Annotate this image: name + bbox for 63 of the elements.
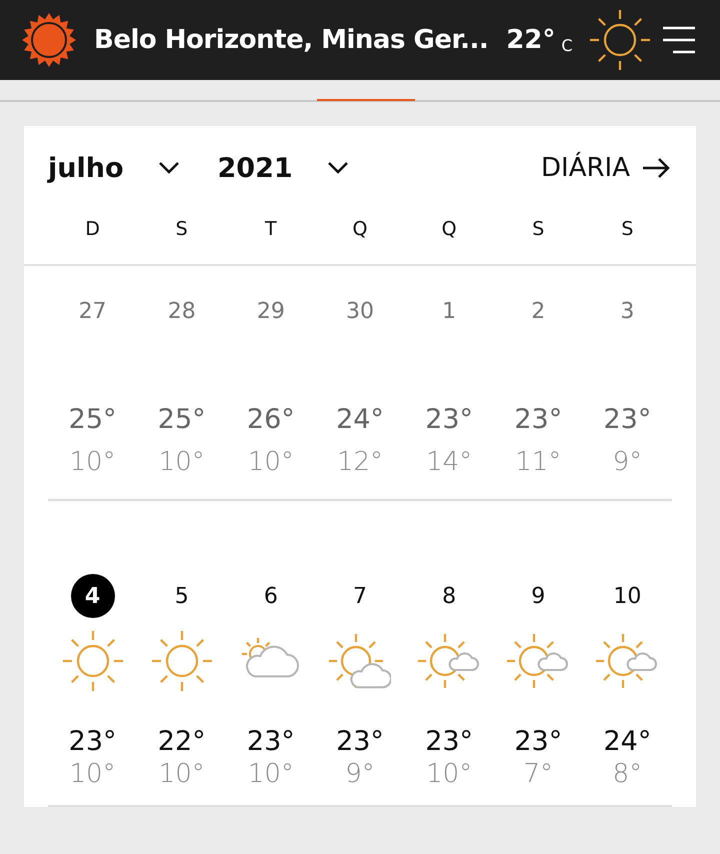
day-date[interactable]: 1 [427,289,472,333]
weekday-label: Q [442,218,457,242]
high-temperature: 26° [246,404,295,435]
low-temperature: 10° [70,759,116,789]
weekday-label: S [621,218,634,242]
weekday-label: D [85,218,100,242]
high-temperature: 23° [514,404,562,435]
high-temperature: 25° [68,404,116,435]
day-date[interactable]: 5 [160,574,204,618]
month-dropdown[interactable]: julho [48,152,180,184]
low-temperature: 10° [158,759,205,789]
high-temperature: 23° [336,726,384,757]
low-temperature: 9° [612,447,642,477]
year-dropdown[interactable]: 2021 [218,152,349,184]
weekday-label: S [176,218,188,242]
sun-logo-icon [22,13,76,67]
location-title[interactable]: Belo Horizonte, Minas Ger... [94,25,488,55]
high-temperature: 23° [246,726,295,757]
low-temperature: 9° [345,759,375,789]
low-temperature: 14° [426,447,472,477]
low-temperature: 10° [70,447,116,477]
menu-icon [662,26,696,54]
day-date[interactable]: 3 [605,289,650,333]
low-temperature: 8° [612,759,642,789]
day-date[interactable]: 9 [516,574,560,618]
high-temperature: 25° [158,404,206,435]
day-date[interactable]: 29 [248,289,293,333]
high-temperature: 23° [425,404,474,435]
day-date[interactable]: 2 [516,289,560,333]
low-temperature: 11° [515,447,562,477]
high-temperature: 24° [603,726,652,757]
temperature-unit: C [561,36,573,54]
high-temperature: 22° [158,726,206,757]
current-temperature: 22° [506,25,556,55]
daily-view-link[interactable]: DIÁRIA [541,153,670,183]
weekday-label: S [532,218,544,242]
day-date[interactable]: 8 [427,574,472,618]
low-temperature: 10° [158,447,205,477]
day-date[interactable]: 6 [248,574,293,618]
weekday-label: Q [352,218,368,242]
sun-icon [150,630,213,692]
chevron-down-icon [158,161,180,175]
weekday-label: T [265,218,277,242]
day-date[interactable]: 30 [338,289,382,333]
low-temperature: 10° [248,759,294,789]
day-date[interactable]: 10 [605,574,650,618]
low-temperature: 10° [426,759,472,789]
day-date[interactable]: 27 [70,289,115,333]
day-date[interactable]: 7 [338,574,382,618]
high-temperature: 24° [336,404,384,435]
low-temperature: 7° [524,759,554,789]
high-temperature: 23° [603,404,652,435]
sun-icon [62,630,124,692]
current-weather-sun-icon [588,9,651,71]
high-temperature: 23° [514,726,562,757]
day-date[interactable]: 4 [70,574,115,618]
arrow-right-icon [642,158,670,178]
day-date[interactable]: 28 [160,289,204,333]
low-temperature: 10° [248,447,294,477]
high-temperature: 23° [68,726,116,757]
chevron-down-icon [326,161,349,175]
high-temperature: 23° [425,726,474,757]
low-temperature: 12° [336,447,384,477]
